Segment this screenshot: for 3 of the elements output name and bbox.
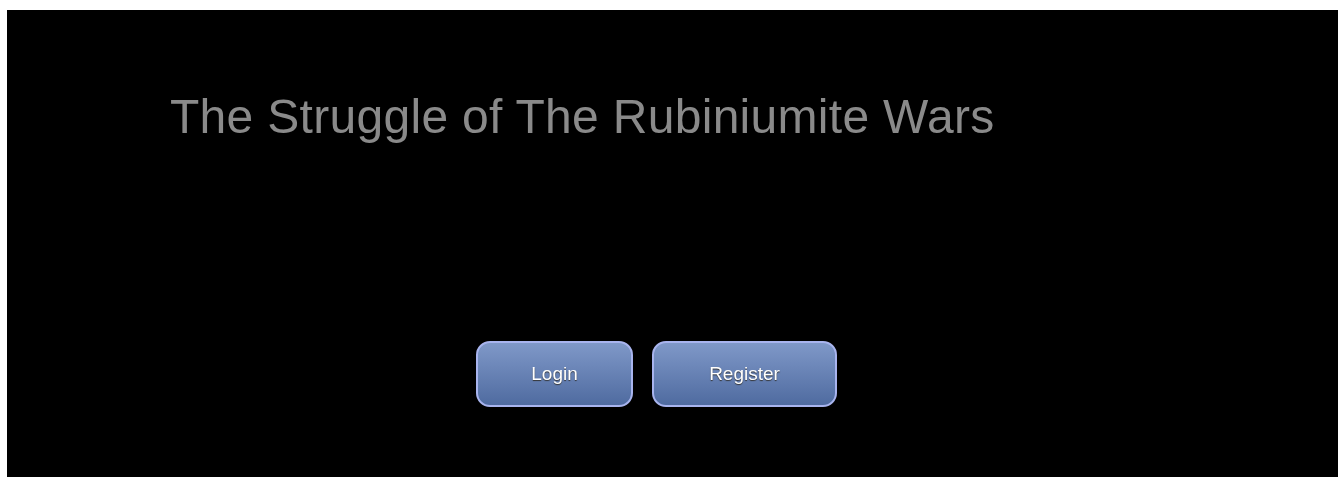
page-title: The Struggle of The Rubiniumite Wars: [170, 89, 995, 145]
register-button[interactable]: Register: [652, 341, 837, 407]
login-button[interactable]: Login: [476, 341, 633, 407]
